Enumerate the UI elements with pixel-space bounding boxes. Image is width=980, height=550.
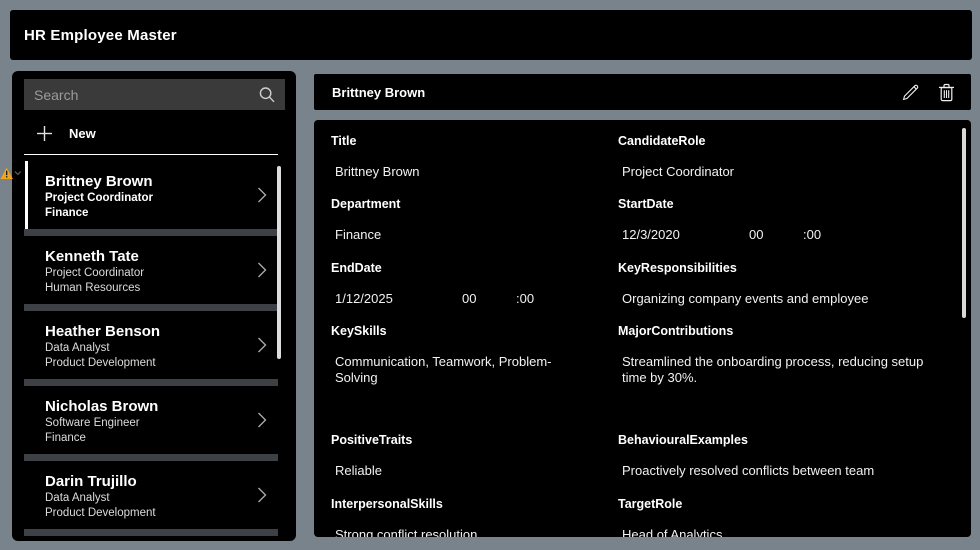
employee-list: Brittney Brown Project Coordinator Finance… <box>12 161 296 536</box>
date-value: 12/3/2020 <box>622 227 680 242</box>
employee-list-item[interactable]: Darin Trujillo Data Analyst Product Develo… <box>12 461 296 529</box>
list-item-divider <box>24 229 278 236</box>
form-field: PositiveTraits Reliable <box>331 433 618 497</box>
chevron-right-icon <box>258 337 267 353</box>
chevron-right-icon <box>258 187 267 203</box>
date-value: 1/12/2025 <box>335 291 393 306</box>
employee-list-item[interactable]: Heather Benson Data Analyst Product Develo… <box>12 311 296 379</box>
field-value: Project Coordinator <box>622 164 734 179</box>
warning-icon <box>0 167 13 179</box>
field-label: Department <box>331 197 401 211</box>
field-label: InterpersonalSkills <box>331 497 443 511</box>
search-input[interactable] <box>24 86 258 103</box>
form-field: TargetRole Head of Analytics <box>618 497 954 537</box>
employee-list-item[interactable]: Brittney Brown Project Coordinator Finance <box>12 161 296 229</box>
detail-form: Title Brittney Brown CandidateRole Project … <box>314 120 971 537</box>
hour-value: 00 <box>749 227 764 242</box>
field-value: Organizing company events and employee <box>622 291 869 306</box>
plus-icon <box>37 125 52 141</box>
chevron-right-icon <box>258 262 267 278</box>
form-field: EndDate 1/12/2025 00 :00 <box>331 261 618 324</box>
field-label: KeySkills <box>331 324 387 338</box>
edit-icon[interactable] <box>901 83 920 102</box>
field-value: Communication, Teamwork, Problem-Solving <box>335 354 552 385</box>
field-label: KeyResponsibilities <box>618 261 737 275</box>
form-field: CandidateRole Project Coordinator <box>618 134 954 197</box>
search-icon[interactable] <box>258 86 276 104</box>
employee-list-item[interactable]: Kenneth Tate Project Coordinator Human Res… <box>12 236 296 304</box>
chevron-right-icon <box>258 412 267 428</box>
form-field: Title Brittney Brown <box>331 134 618 197</box>
new-button-label: New <box>69 125 96 141</box>
field-value: Streamlined the onboarding process, redu… <box>622 354 924 385</box>
field-value: Finance <box>335 227 382 242</box>
search-box <box>24 79 285 110</box>
list-scrollbar[interactable] <box>277 166 281 359</box>
form-field: MajorContributions Streamlined the onboar… <box>618 324 954 433</box>
detail-titlebar: Brittney Brown <box>314 74 971 110</box>
list-item-divider <box>24 379 278 386</box>
field-value: Strong conflict resolution <box>335 527 478 537</box>
list-item-divider <box>24 529 278 536</box>
employee-list-item[interactable]: Nicholas Brown Software Engineer Finance <box>12 386 296 454</box>
field-value: Reliable <box>335 463 382 478</box>
field-value: Proactively resolved conflicts between t… <box>622 463 875 478</box>
minute-value: :00 <box>516 291 535 306</box>
app-header: HR Employee Master <box>10 10 972 60</box>
chevron-right-icon <box>258 487 267 503</box>
warning-badge[interactable] <box>0 164 22 182</box>
app-title: HR Employee Master <box>24 26 177 44</box>
form-field: KeySkills Communication, Teamwork, Proble… <box>331 324 618 433</box>
detail-title: Brittney Brown <box>332 84 426 100</box>
field-value-datetime[interactable]: 1/12/2025 00 :00 <box>331 291 587 307</box>
delete-icon[interactable] <box>938 83 955 102</box>
field-label: MajorContributions <box>618 324 734 338</box>
form-field: InterpersonalSkills Strong conflict resol… <box>331 497 618 537</box>
form-field: KeyResponsibilities Organizing company ev… <box>618 261 954 324</box>
field-value: Brittney Brown <box>335 164 420 179</box>
field-label: BehaviouralExamples <box>618 433 748 447</box>
minute-value: :00 <box>803 227 822 242</box>
field-label: PositiveTraits <box>331 433 413 447</box>
field-label: CandidateRole <box>618 134 706 148</box>
new-button[interactable]: New <box>24 118 96 148</box>
chevron-down-icon <box>14 171 22 176</box>
form-field: Department Finance <box>331 197 618 261</box>
hour-value: 00 <box>462 291 477 306</box>
field-value-datetime[interactable]: 12/3/2020 00 :00 <box>618 227 940 243</box>
form-field: StartDate 12/3/2020 00 :00 <box>618 197 954 261</box>
sidebar: New Brittney BrownProject CoordinatorFin… <box>12 71 296 541</box>
field-label: StartDate <box>618 197 674 211</box>
detail-scrollbar[interactable] <box>962 128 966 318</box>
field-label: TargetRole <box>618 497 683 511</box>
field-value: Head of Analytics <box>622 527 723 537</box>
field-label: EndDate <box>331 261 382 275</box>
list-item-divider <box>24 454 278 461</box>
selected-indicator <box>25 161 28 229</box>
form-field: BehaviouralExamples Proactively resolved … <box>618 433 954 497</box>
sidebar-divider <box>24 154 278 155</box>
list-item-divider <box>24 304 278 311</box>
field-label: Title <box>331 134 357 148</box>
